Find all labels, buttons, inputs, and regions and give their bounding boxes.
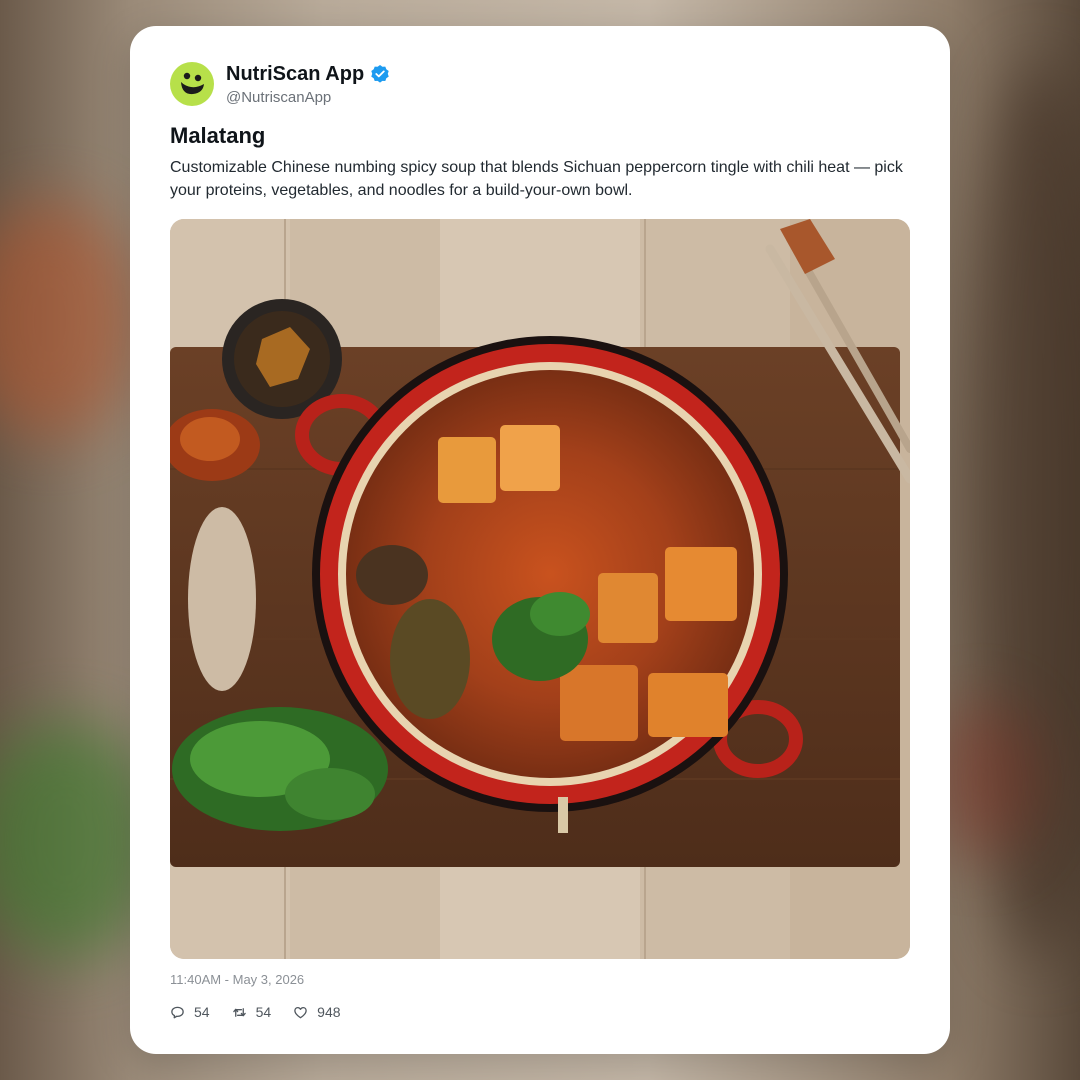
reply-count: 54 bbox=[194, 1004, 210, 1020]
like-count: 948 bbox=[317, 1004, 341, 1020]
post-title: Malatang bbox=[170, 123, 266, 148]
account-handle[interactable]: @NutriscanApp bbox=[226, 89, 390, 106]
post-header: NutriScan App @NutriscanApp bbox=[170, 62, 390, 106]
display-name[interactable]: NutriScan App bbox=[226, 63, 364, 86]
post-card: NutriScan App @NutriscanApp Malatang Cus… bbox=[130, 26, 950, 1054]
post-text: Customizable Chinese numbing spicy soup … bbox=[170, 159, 903, 199]
avatar[interactable] bbox=[170, 62, 214, 106]
post-image[interactable] bbox=[170, 219, 910, 959]
account-info: NutriScan App @NutriscanApp bbox=[226, 63, 390, 106]
repost-count: 54 bbox=[255, 1004, 272, 1020]
name-row: NutriScan App bbox=[226, 63, 390, 86]
repost-button[interactable]: 54 bbox=[232, 1004, 272, 1020]
reply-icon bbox=[171, 1006, 184, 1018]
post-timestamp[interactable]: 11:40AM - May 3, 2026 bbox=[170, 972, 304, 987]
repost-icon bbox=[232, 1007, 246, 1017]
post-actions: 54 54 948 bbox=[170, 1004, 363, 1020]
verified-badge-icon bbox=[371, 65, 389, 83]
heart-icon bbox=[294, 1006, 307, 1018]
malatang-photo bbox=[170, 219, 910, 959]
reply-button[interactable]: 54 bbox=[170, 1004, 210, 1020]
like-button[interactable]: 948 bbox=[293, 1004, 341, 1020]
smiley-logo-icon bbox=[181, 72, 204, 95]
background-blur bbox=[0, 200, 140, 440]
